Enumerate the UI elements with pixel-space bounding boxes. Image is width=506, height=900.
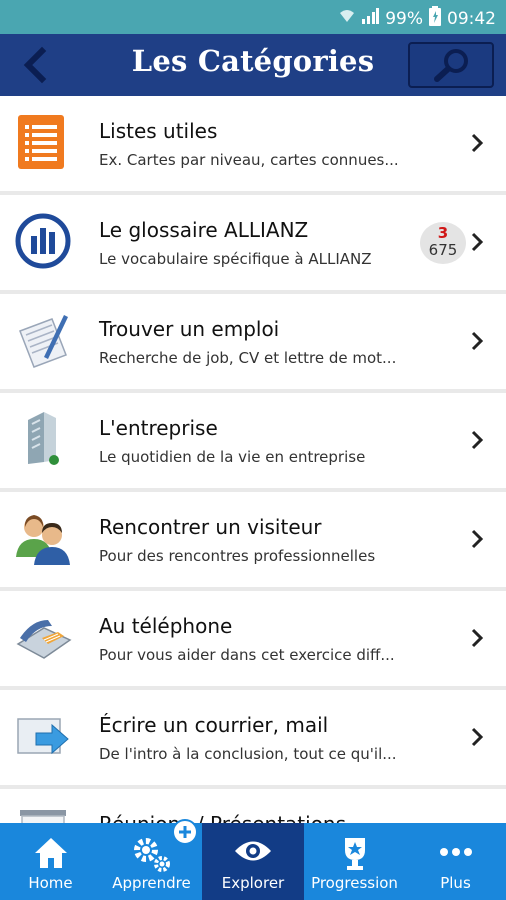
nav-label: Home <box>28 874 73 892</box>
chevron-right-icon <box>471 133 484 153</box>
chevron-right-icon <box>471 331 484 351</box>
list-item-ecrire-courrier[interactable]: Écrire un courrier, mail De l'intro à la… <box>0 690 506 785</box>
eye-icon <box>235 841 271 861</box>
clock: 09:42 <box>447 8 496 29</box>
people-icon <box>14 509 72 567</box>
total-count: 675 <box>428 241 458 259</box>
item-title: Au téléphone <box>99 614 233 638</box>
chevron-right-icon <box>471 727 484 747</box>
list-icon <box>14 113 72 171</box>
allianz-logo-icon <box>14 212 72 270</box>
item-title: Rencontrer un visiteur <box>99 515 322 539</box>
list-item-glossaire-allianz[interactable]: Le glossaire ALLIANZ Le vocabulaire spéc… <box>0 195 506 290</box>
item-title: Trouver un emploi <box>99 317 280 341</box>
search-button[interactable] <box>408 42 494 88</box>
chevron-right-icon <box>471 232 484 252</box>
chevron-right-icon <box>471 430 484 450</box>
more-dots-icon <box>439 848 472 856</box>
nav-label: Progression <box>311 874 398 892</box>
battery-percent: 99% <box>385 8 423 29</box>
wifi-icon <box>339 8 355 29</box>
nav-plus[interactable]: Plus <box>405 823 506 900</box>
gears-icon <box>133 838 170 872</box>
trophy-icon <box>344 838 365 870</box>
plus-icon <box>179 826 191 838</box>
item-subtitle: Pour des rencontres professionnelles <box>99 547 376 565</box>
nav-label: Explorer <box>221 874 285 892</box>
count-badge: 3 675 <box>420 222 466 264</box>
item-subtitle: Ex. Cartes par niveau, cartes connues... <box>99 151 399 169</box>
search-icon <box>434 49 468 82</box>
item-title: Écrire un courrier, mail <box>99 713 329 737</box>
item-subtitle: Recherche de job, CV et lettre de mot... <box>99 349 397 367</box>
signal-icon <box>361 8 380 29</box>
item-title: Listes utiles <box>99 119 218 143</box>
item-subtitle: Le quotidien de la vie en entreprise <box>99 448 366 466</box>
item-title: Le glossaire ALLIANZ <box>99 218 309 242</box>
list-item-au-telephone[interactable]: Au téléphone Pour vous aider dans cet ex… <box>0 591 506 686</box>
category-list: Listes utiles Ex. Cartes par niveau, car… <box>0 96 506 888</box>
bottom-navigation: Home Apprendre Explorer Progression Plus <box>0 819 506 900</box>
nav-explorer[interactable]: Explorer <box>202 823 304 900</box>
nav-home[interactable]: Home <box>0 823 101 900</box>
home-icon <box>34 838 67 868</box>
list-item-rencontrer-visiteur[interactable]: Rencontrer un visiteur Pour des rencontr… <box>0 492 506 587</box>
item-title: L'entreprise <box>99 416 218 440</box>
notepad-icon <box>14 311 72 369</box>
status-bar: 99% 09:42 <box>0 0 506 34</box>
list-item-listes-utiles[interactable]: Listes utiles Ex. Cartes par niveau, car… <box>0 96 506 191</box>
item-subtitle: De l'intro à la conclusion, tout ce qu'i… <box>99 745 397 763</box>
chevron-right-icon <box>471 628 484 648</box>
nav-progression[interactable]: Progression <box>304 823 405 900</box>
telephone-icon <box>14 608 72 666</box>
item-subtitle: Pour vous aider dans cet exercice diff..… <box>99 646 395 664</box>
item-subtitle: Le vocabulaire spécifique à ALLIANZ <box>99 250 372 268</box>
list-item-trouver-emploi[interactable]: Trouver un emploi Recherche de job, CV e… <box>0 294 506 389</box>
send-mail-icon <box>14 707 72 765</box>
nav-label: Plus <box>440 874 471 892</box>
battery-icon <box>429 6 441 31</box>
new-content-badge <box>172 819 198 845</box>
list-item-entreprise[interactable]: L'entreprise Le quotidien de la vie en e… <box>0 393 506 488</box>
new-count: 3 <box>437 224 449 242</box>
office-building-icon <box>14 410 72 468</box>
app-header: Les Catégories <box>0 34 506 96</box>
nav-label: Apprendre <box>112 874 191 892</box>
chevron-right-icon <box>471 529 484 549</box>
